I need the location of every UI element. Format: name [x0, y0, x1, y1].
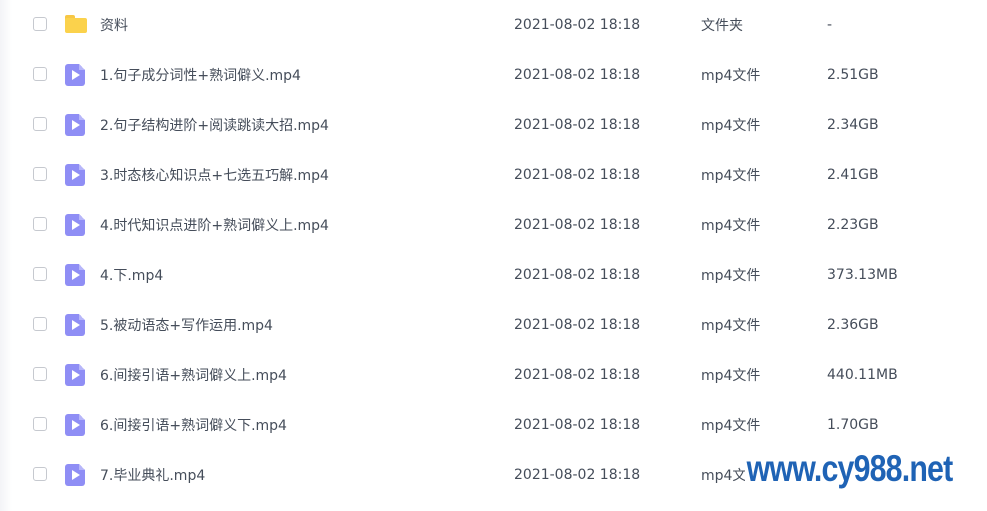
- folder-icon: [65, 15, 87, 33]
- file-size: -: [827, 17, 833, 33]
- file-list: 资料 2021-08-02 18:18 文件夹 - 1.句子成分词性+熟词僻义.…: [0, 0, 987, 500]
- file-name[interactable]: 资料: [100, 15, 128, 35]
- file-size: 2.23GB: [827, 217, 879, 233]
- modified-date: 2021-08-02 18:18: [514, 67, 641, 83]
- row-checkbox[interactable]: [33, 167, 47, 181]
- file-name[interactable]: 3.时态核心知识点+七选五巧解.mp4: [100, 165, 329, 185]
- modified-date: 2021-08-02 18:18: [514, 217, 641, 233]
- file-size: 1.70GB: [827, 417, 879, 433]
- row-checkbox[interactable]: [33, 117, 47, 131]
- file-name[interactable]: 7.毕业典礼.mp4: [100, 465, 205, 485]
- file-name[interactable]: 6.间接引语+熟词僻义下.mp4: [100, 415, 287, 435]
- row-checkbox[interactable]: [33, 267, 47, 281]
- video-file-icon: [65, 264, 85, 286]
- list-item[interactable]: 1.句子成分词性+熟词僻义.mp4 2021-08-02 18:18 mp4文件…: [0, 50, 987, 100]
- modified-date: 2021-08-02 18:18: [514, 17, 641, 33]
- list-item[interactable]: 2.句子结构进阶+阅读跳读大招.mp4 2021-08-02 18:18 mp4…: [0, 100, 987, 150]
- file-type: mp4文件: [701, 368, 761, 384]
- file-size: 2.41GB: [827, 167, 879, 183]
- file-name[interactable]: 4.时代知识点进阶+熟词僻义上.mp4: [100, 215, 329, 235]
- file-name[interactable]: 2.句子结构进阶+阅读跳读大招.mp4: [100, 115, 329, 135]
- file-name[interactable]: 6.间接引语+熟词僻义上.mp4: [100, 365, 287, 385]
- file-manager-page: 资料 2021-08-02 18:18 文件夹 - 1.句子成分词性+熟词僻义.…: [0, 0, 987, 511]
- watermark-text: www.cy988.net: [745, 444, 955, 494]
- video-file-icon: [65, 214, 85, 236]
- file-size: 2.34GB: [827, 117, 879, 133]
- row-checkbox[interactable]: [33, 217, 47, 231]
- file-size: 2.51GB: [827, 67, 879, 83]
- row-checkbox[interactable]: [33, 317, 47, 331]
- file-size: 440.11MB: [827, 367, 898, 383]
- file-type: mp4文件: [701, 418, 761, 434]
- video-file-icon: [65, 364, 85, 386]
- file-type: 文件夹: [701, 18, 743, 34]
- row-checkbox[interactable]: [33, 467, 47, 481]
- modified-date: 2021-08-02 18:18: [514, 467, 641, 483]
- list-item[interactable]: 4.时代知识点进阶+熟词僻义上.mp4 2021-08-02 18:18 mp4…: [0, 200, 987, 250]
- row-checkbox[interactable]: [33, 367, 47, 381]
- list-item[interactable]: 6.间接引语+熟词僻义下.mp4 2021-08-02 18:18 mp4文件 …: [0, 400, 987, 450]
- row-checkbox[interactable]: [33, 67, 47, 81]
- list-item[interactable]: 4.下.mp4 2021-08-02 18:18 mp4文件 373.13MB: [0, 250, 987, 300]
- list-item[interactable]: 3.时态核心知识点+七选五巧解.mp4 2021-08-02 18:18 mp4…: [0, 150, 987, 200]
- file-size: 373.13MB: [827, 267, 898, 283]
- file-name[interactable]: 4.下.mp4: [100, 265, 163, 285]
- list-item[interactable]: 6.间接引语+熟词僻义上.mp4 2021-08-02 18:18 mp4文件 …: [0, 350, 987, 400]
- file-type: mp4文件: [701, 118, 761, 134]
- video-file-icon: [65, 164, 85, 186]
- file-type: mp4文件: [701, 268, 761, 284]
- modified-date: 2021-08-02 18:18: [514, 117, 641, 133]
- row-checkbox[interactable]: [33, 417, 47, 431]
- file-name[interactable]: 1.句子成分词性+熟词僻义.mp4: [100, 65, 301, 85]
- modified-date: 2021-08-02 18:18: [514, 167, 641, 183]
- video-file-icon: [65, 314, 85, 336]
- list-item[interactable]: 资料 2021-08-02 18:18 文件夹 -: [0, 0, 987, 50]
- video-file-icon: [65, 464, 85, 486]
- modified-date: 2021-08-02 18:18: [514, 317, 641, 333]
- file-type: mp4文件: [701, 218, 761, 234]
- modified-date: 2021-08-02 18:18: [514, 367, 641, 383]
- video-file-icon: [65, 114, 85, 136]
- file-type: mp4文件: [701, 318, 761, 334]
- file-size: 2.36GB: [827, 317, 879, 333]
- video-file-icon: [65, 414, 85, 436]
- row-checkbox[interactable]: [33, 17, 47, 31]
- file-type: mp4文件: [701, 68, 761, 84]
- file-name[interactable]: 5.被动语态+写作运用.mp4: [100, 315, 273, 335]
- file-type: mp4文件: [701, 168, 761, 184]
- modified-date: 2021-08-02 18:18: [514, 267, 641, 283]
- modified-date: 2021-08-02 18:18: [514, 417, 641, 433]
- list-item[interactable]: 5.被动语态+写作运用.mp4 2021-08-02 18:18 mp4文件 2…: [0, 300, 987, 350]
- video-file-icon: [65, 64, 85, 86]
